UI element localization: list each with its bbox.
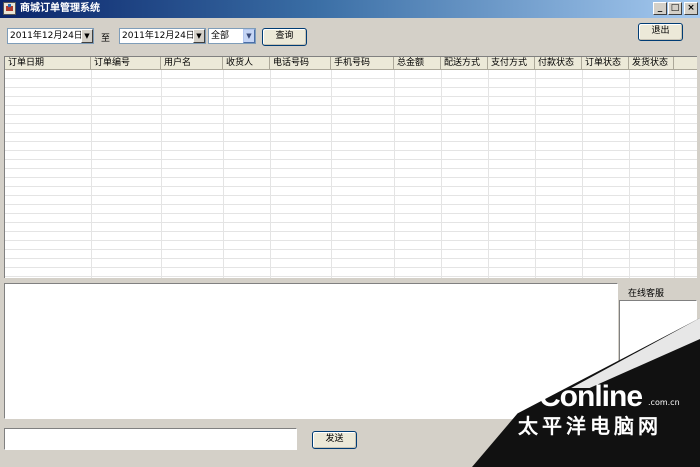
column-divider [582, 70, 583, 278]
column-divider [270, 70, 271, 278]
column-header-filler [674, 57, 697, 70]
column-divider [488, 70, 489, 278]
column-header[interactable]: 订单日期 [5, 57, 91, 70]
table-header: 订单日期 订单编号 用户名 收货人 电话号码 手机号码 总金额 配送方式 支付方… [5, 57, 697, 70]
chevron-down-icon[interactable]: ▼ [243, 29, 255, 43]
column-divider [674, 70, 675, 278]
column-header[interactable]: 收货人 [223, 57, 270, 70]
column-header[interactable]: 总金额 [394, 57, 441, 70]
column-divider [91, 70, 92, 278]
date-to-picker[interactable]: 2011年12月24日 ▼ [119, 28, 206, 44]
exit-button[interactable]: 退出 [638, 23, 683, 41]
online-service-label: 在线客服 [628, 289, 665, 299]
date-from-value: 2011年12月24日 [10, 31, 83, 41]
column-divider [394, 70, 395, 278]
column-divider [441, 70, 442, 278]
status-filter-select[interactable]: 全部 ▼ [208, 28, 256, 44]
to-label: 至 [101, 34, 111, 44]
date-to-value: 2011年12月24日 [122, 31, 195, 41]
column-header[interactable]: 配送方式 [441, 57, 488, 70]
column-divider [223, 70, 224, 278]
minimize-button[interactable]: _ [653, 2, 667, 15]
query-button[interactable]: 查询 [262, 28, 307, 46]
column-header[interactable]: 订单状态 [582, 57, 629, 70]
watermark-chinese: 太平洋电脑网 [518, 414, 662, 438]
message-input[interactable] [4, 428, 297, 450]
table-body[interactable] [5, 70, 697, 278]
chevron-down-icon[interactable]: ▼ [193, 29, 205, 43]
status-filter-value: 全部 [211, 31, 230, 41]
column-header[interactable]: 付款状态 [535, 57, 582, 70]
date-from-picker[interactable]: 2011年12月24日 ▼ [7, 28, 94, 44]
column-divider [629, 70, 630, 278]
watermark-logo: PConline [520, 380, 643, 413]
app-icon[interactable] [3, 2, 16, 15]
column-divider [535, 70, 536, 278]
send-button[interactable]: 发送 [312, 431, 357, 449]
column-header[interactable]: 电话号码 [270, 57, 331, 70]
column-header[interactable]: 订单编号 [91, 57, 161, 70]
title-bar: 商城订单管理系统 _ □ × [0, 0, 700, 18]
maximize-button[interactable]: □ [668, 2, 682, 15]
window-title: 商城订单管理系统 [20, 3, 100, 14]
column-header[interactable]: 支付方式 [488, 57, 535, 70]
column-divider [331, 70, 332, 278]
orders-table[interactable]: 订单日期 订单编号 用户名 收货人 电话号码 手机号码 总金额 配送方式 支付方… [4, 56, 697, 278]
chevron-down-icon[interactable]: ▼ [81, 29, 93, 43]
watermark-domain: .com.cn [648, 398, 680, 407]
column-divider [161, 70, 162, 278]
column-header[interactable]: 用户名 [161, 57, 223, 70]
column-header[interactable]: 发货状态 [629, 57, 674, 70]
column-header[interactable]: 手机号码 [331, 57, 394, 70]
close-button[interactable]: × [684, 2, 698, 15]
